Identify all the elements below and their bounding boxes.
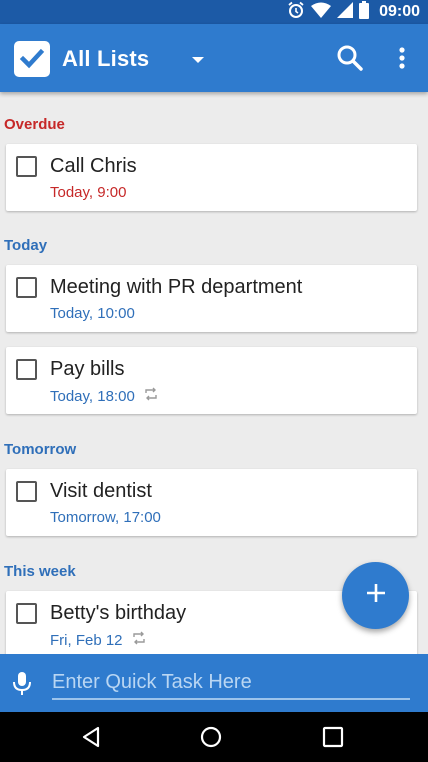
navigation-bar xyxy=(0,712,428,762)
signal-icon xyxy=(337,1,354,23)
more-options-button[interactable] xyxy=(394,44,410,77)
app-logo-check-icon xyxy=(14,41,50,77)
task-due-text: Today, 18:00 xyxy=(50,387,135,405)
list-selector-title[interactable]: All Lists xyxy=(62,46,149,72)
task-title: Visit dentist xyxy=(50,480,152,502)
repeat-icon xyxy=(143,387,159,405)
task-due: Fri, Feb 12 xyxy=(50,631,147,649)
quick-task-input[interactable] xyxy=(52,668,410,700)
task-card[interactable]: Visit dentist Tomorrow, 17:00 xyxy=(6,469,417,536)
task-card[interactable]: Call Chris Today, 9:00 xyxy=(6,144,417,211)
task-due: Today, 9:00 xyxy=(50,184,126,201)
home-button[interactable] xyxy=(200,726,222,753)
back-icon xyxy=(80,726,102,752)
alarm-icon xyxy=(287,1,305,24)
status-bar: 09:00 xyxy=(0,0,428,24)
recents-icon xyxy=(322,726,344,752)
wifi-icon xyxy=(311,2,332,23)
home-icon xyxy=(200,726,222,752)
voice-input-button[interactable] xyxy=(12,671,32,702)
repeat-icon xyxy=(131,631,147,649)
task-title: Call Chris xyxy=(50,155,137,177)
plus-icon xyxy=(365,582,387,609)
task-checkbox[interactable] xyxy=(16,603,37,624)
quick-task-bar xyxy=(0,654,428,712)
task-checkbox[interactable] xyxy=(16,156,37,177)
task-due-text: Today, 9:00 xyxy=(50,184,127,201)
dropdown-arrow-icon[interactable] xyxy=(190,52,206,70)
task-title: Betty's birthday xyxy=(50,602,187,624)
task-due: Today, 10:00 xyxy=(50,305,135,322)
task-checkbox[interactable] xyxy=(16,277,37,298)
task-card[interactable]: Meeting with PR department Today, 10:00 xyxy=(6,265,417,332)
section-header-today: Today xyxy=(4,237,48,254)
task-title: Meeting with PR department xyxy=(50,276,303,298)
task-checkbox[interactable] xyxy=(16,359,37,380)
task-due: Today, 18:00 xyxy=(50,387,159,405)
more-vert-icon xyxy=(394,47,410,76)
app-bar: All Lists xyxy=(0,24,428,92)
search-icon xyxy=(336,45,364,76)
status-icons: 09:00 xyxy=(287,0,420,24)
mic-icon xyxy=(12,672,32,701)
task-due: Tomorrow, 17:00 xyxy=(50,509,161,526)
add-task-button[interactable] xyxy=(342,562,409,629)
section-header-this-week: This week xyxy=(4,563,76,580)
recents-button[interactable] xyxy=(322,726,344,753)
status-time: 09:00 xyxy=(379,3,420,20)
task-card[interactable]: Pay bills Today, 18:00 xyxy=(6,347,417,414)
section-header-tomorrow: Tomorrow xyxy=(4,441,77,458)
task-due-text: Fri, Feb 12 xyxy=(50,631,123,649)
task-checkbox[interactable] xyxy=(16,481,37,502)
search-button[interactable] xyxy=(336,44,364,77)
battery-icon xyxy=(359,0,370,24)
section-header-overdue: Overdue xyxy=(4,116,65,133)
task-due-text: Today, 10:00 xyxy=(50,305,135,322)
back-button[interactable] xyxy=(80,726,102,753)
task-due-text: Tomorrow, 17:00 xyxy=(50,509,161,526)
task-title: Pay bills xyxy=(50,358,125,380)
